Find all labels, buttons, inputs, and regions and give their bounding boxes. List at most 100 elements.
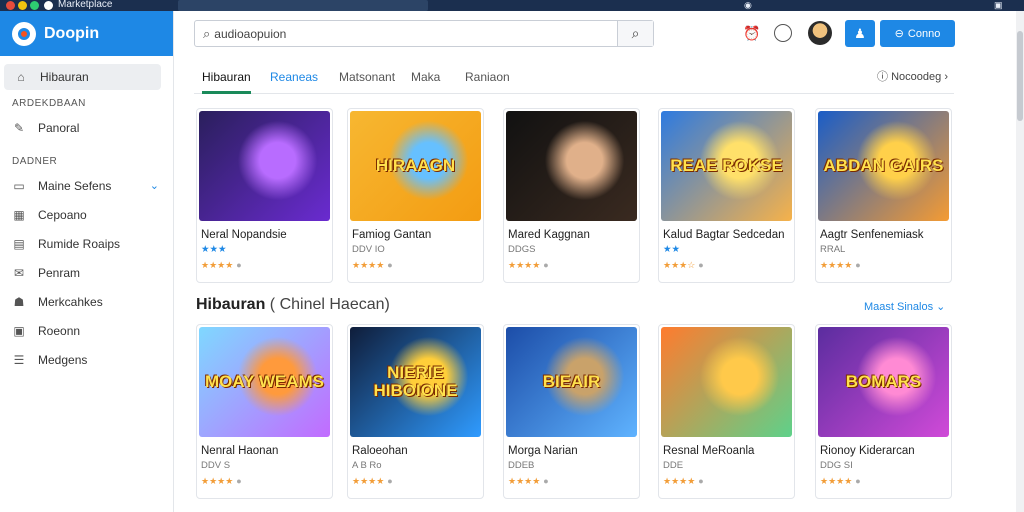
browser-top-strip: Marketplace ◉ ▣ (0, 0, 1024, 11)
game-card[interactable]: BOMARS Rionoy Kiderarcan DDG SI ★★★★ ● (815, 324, 952, 499)
game-title[interactable]: Raloeohan (352, 445, 408, 457)
connect-icon: ⊖ (894, 28, 904, 40)
game-title[interactable]: Nenral Haonan (201, 445, 278, 457)
tab-maka[interactable]: Maka (411, 64, 440, 94)
game-title[interactable]: Famiog Gantan (352, 229, 431, 241)
game-thumbnail-text: BIEAIR (542, 372, 601, 391)
show-more-link[interactable]: Maast Sinalos ⌄ (864, 300, 945, 313)
game-card[interactable]: Mared Kaggnan DDGS ★★★★ ● (503, 108, 640, 283)
browser-menu-icon[interactable]: ▣ (994, 0, 1003, 11)
tab-hibauran[interactable]: Hibauran (202, 64, 251, 94)
connect-button[interactable]: ⊖ Conno (880, 20, 955, 47)
people-icon: ☗ (13, 294, 25, 309)
search-input-value: audioaopuion (214, 26, 287, 41)
search-icon: ⌕ (203, 25, 211, 41)
game-thumbnail-text: MOAY WEAMS (204, 372, 325, 391)
game-card[interactable]: BIEAIR Morga Narian DDEB ★★★★ ● (503, 324, 640, 499)
sidebar-item-penram[interactable]: ✉ Penram (0, 258, 173, 287)
address-bar[interactable] (178, 0, 428, 11)
game-thumbnail-text: HIRAAGN (375, 156, 456, 175)
game-thumbnail[interactable] (661, 327, 792, 437)
game-subtitle: DDE (663, 460, 684, 471)
rating-stars: ★★★☆ ● (663, 260, 704, 270)
game-thumbnail-text: REAE ROKSE (670, 156, 783, 175)
search-input[interactable]: ⌕ audioaopuion (195, 21, 617, 46)
status-ring-icon[interactable] (774, 24, 792, 42)
show-more-label: Maast Sinalos (864, 301, 934, 313)
scrollbar-thumb[interactable] (1017, 31, 1023, 121)
game-title[interactable]: Kalud Bagtar Sedcedan (663, 229, 784, 241)
tab-raniaon[interactable]: Raniaon (465, 64, 510, 94)
game-thumbnail[interactable]: MOAY WEAMS (199, 327, 330, 437)
game-subtitle: A B Ro (352, 460, 382, 471)
rating-dot-icon: ● (236, 260, 242, 270)
game-thumbnail-text: ABDAN GAIRS (823, 156, 944, 175)
window-title: Marketplace (58, 0, 113, 10)
chat-icon: ✉ (13, 265, 25, 280)
game-title[interactable]: Aagtr Senfenemiask (820, 229, 924, 241)
rating-stars: ★★★★ ● (201, 476, 242, 486)
brand-name: Doopin (44, 24, 100, 42)
sidebar-item-merkcahkes[interactable]: ☗ Merkcahkes (0, 287, 173, 316)
brand-header[interactable]: Doopin (0, 11, 173, 56)
game-thumbnail[interactable]: REAE ROKSE (661, 111, 792, 221)
sidebar-item-roeonn[interactable]: ▣ Roeonn (0, 316, 173, 345)
game-thumbnail[interactable] (199, 111, 330, 221)
avatar[interactable] (808, 21, 832, 45)
rating-stars: ★★★★ ● (352, 260, 393, 270)
rating-dot-icon: ● (698, 260, 704, 270)
sidebar-item-label: Panoral (38, 120, 80, 135)
chevron-down-icon: ⌄ (936, 301, 946, 313)
game-card[interactable]: HIRAAGN Famiog Gantan DDV IO ★★★★ ● (347, 108, 484, 283)
search-icon: ⌕ (631, 25, 640, 41)
game-thumbnail[interactable]: BOMARS (818, 327, 949, 437)
game-card[interactable]: MOAY WEAMS Nenral Haonan DDV S ★★★★ ● (196, 324, 333, 499)
rating-dot-icon: ● (543, 260, 549, 270)
sidebar-section-title: DADNER (12, 156, 58, 167)
rating-dot-icon: ● (236, 476, 242, 486)
notification-icon[interactable]: ⏰ (741, 22, 763, 44)
section-title-main: Hibauran (196, 296, 266, 313)
bookmark-icon[interactable]: ◉ (744, 0, 752, 11)
user-button[interactable]: ♟ (845, 20, 875, 47)
sidebar-item-medgens[interactable]: ☰ Medgens (0, 345, 173, 374)
sidebar-item-home[interactable]: ⌂ Hibauran (4, 64, 161, 90)
tool-icon: ✎ (13, 120, 25, 135)
sidebar-item-label: Roeonn (38, 323, 81, 338)
game-thumbnail[interactable]: ABDAN GAIRS (818, 111, 949, 221)
game-thumbnail[interactable]: NIERIE HIBOIONE (350, 327, 481, 437)
game-card[interactable]: ABDAN GAIRS Aagtr Senfenemiask RRAL ★★★★ ● (815, 108, 952, 283)
chevron-down-icon[interactable]: ⌄ (150, 179, 159, 192)
game-title[interactable]: Mared Kaggnan (508, 229, 590, 241)
rating-stars: ★★★★ ● (508, 476, 549, 486)
game-thumbnail[interactable] (506, 111, 637, 221)
tab-reaneas[interactable]: Reaneas (270, 64, 318, 94)
game-card[interactable]: NIERIE HIBOIONE Raloeohan A B Ro ★★★★ ● (347, 324, 484, 499)
game-subtitle: DDV IO (352, 244, 385, 255)
maximize-window-icon[interactable] (30, 1, 39, 10)
sidebar-item-maine-sefens[interactable]: ▭ Maine Sefens ⌄ (0, 171, 173, 200)
rating-stars: ★★★★ ● (820, 476, 861, 486)
sidebar-item-rumide-roaips[interactable]: ▤ Rumide Roaips (0, 229, 173, 258)
scrollbar[interactable] (1016, 11, 1024, 512)
tab-matsonant[interactable]: Matsonant (339, 64, 395, 94)
close-window-icon[interactable] (6, 1, 15, 10)
game-title[interactable]: Rionoy Kiderarcan (820, 445, 915, 457)
game-thumbnail[interactable]: HIRAAGN (350, 111, 481, 221)
game-title[interactable]: Morga Narian (508, 445, 578, 457)
game-card[interactable]: Neral Nopandsie ★★★ ★★★★ ● (196, 108, 333, 283)
window-icon: ▭ (13, 178, 25, 193)
game-subtitle: ★★★ (201, 244, 227, 255)
minimize-window-icon[interactable] (18, 1, 27, 10)
game-thumbnail[interactable]: BIEAIR (506, 327, 637, 437)
rating-dot-icon: ● (855, 260, 861, 270)
search-button[interactable]: ⌕ (617, 21, 653, 46)
recommended-link[interactable]: ⓘ Nocoodeg › (877, 64, 948, 90)
game-card[interactable]: Resnal MeRoanla DDE ★★★★ ● (658, 324, 795, 499)
game-title[interactable]: Resnal MeRoanla (663, 445, 754, 457)
sidebar-item-label: Penram (38, 265, 81, 280)
game-title[interactable]: Neral Nopandsie (201, 229, 287, 241)
game-card[interactable]: REAE ROKSE Kalud Bagtar Sedcedan ★★ ★★★☆ ● (658, 108, 795, 283)
sidebar-item-panoral[interactable]: ✎ Panoral (0, 113, 173, 142)
sidebar-item-cepoano[interactable]: ▦ Cepoano (0, 200, 173, 229)
